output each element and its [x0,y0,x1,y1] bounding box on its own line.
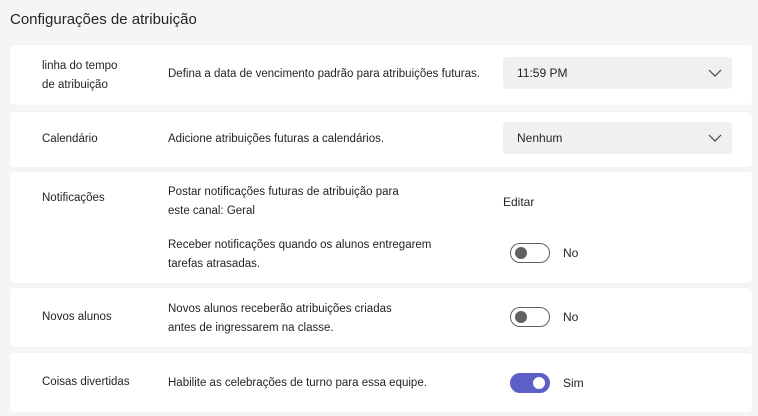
notifications-card: Notificações Postar notificações futuras… [10,172,752,283]
timeline-card: linha do tempo de atribuição Defina a da… [10,45,752,105]
notifications-label: Notificações [42,192,105,204]
due-time-value: 11:59 PM [517,66,568,80]
late-notifications-line1: Receber notificações quando os alunos en… [168,239,432,251]
late-notifications-line2: tarefas atrasadas. [168,258,261,270]
page-title: Configurações de atribuição [10,11,197,28]
new-students-line2: antes de ingressarem na classe. [168,322,334,334]
toggle-knob [533,377,545,389]
new-students-toggle[interactable] [510,307,550,327]
due-time-dropdown[interactable]: 11:59 PM [503,57,732,89]
new-students-label: Novos alunos [42,311,112,323]
timeline-label-line2: de atribuição [42,79,108,91]
toggle-knob [515,247,527,259]
calendar-description: Adicione atribuições futuras a calendári… [168,133,385,145]
new-students-card: Novos alunos Novos alunos receberão atri… [10,288,752,347]
new-students-toggle-text: No [563,310,579,324]
celebrations-toggle[interactable] [510,373,550,393]
fun-stuff-label: Coisas divertidas [42,376,130,388]
chevron-down-icon [708,134,722,142]
timeline-label: linha do tempo de atribuição [42,57,117,95]
fun-stuff-description: Habilite as celebrações de turno para es… [168,377,427,389]
late-notifications-toggle-text: No [563,246,579,260]
post-notifications-line1: Postar notificações futuras de atribuiçã… [168,186,399,198]
edit-channel-link[interactable]: Editar [503,195,534,209]
new-students-line1: Novos alunos receberão atribuições criad… [168,303,392,315]
calendar-card: Calendário Adicione atribuições futuras … [10,112,752,167]
celebrations-toggle-text: Sim [563,376,584,390]
timeline-label-line1: linha do tempo [42,60,118,72]
toggle-knob [515,311,527,323]
new-students-description: Novos alunos receberão atribuições criad… [168,300,392,338]
late-notifications-toggle[interactable] [510,243,550,263]
post-notifications-line2: este canal: Geral [168,205,255,217]
chevron-down-icon [708,69,722,77]
calendar-dropdown[interactable]: Nenhum [503,122,732,154]
calendar-value: Nenhum [517,131,563,145]
fun-stuff-card: Coisas divertidas Habilite as celebraçõe… [10,353,752,412]
late-notifications-description: Receber notificações quando os alunos en… [168,236,431,274]
timeline-description: Defina a data de vencimento padrão para … [168,68,480,80]
post-notifications-description: Postar notificações futuras de atribuiçã… [168,183,399,221]
calendar-label: Calendário [42,133,98,145]
